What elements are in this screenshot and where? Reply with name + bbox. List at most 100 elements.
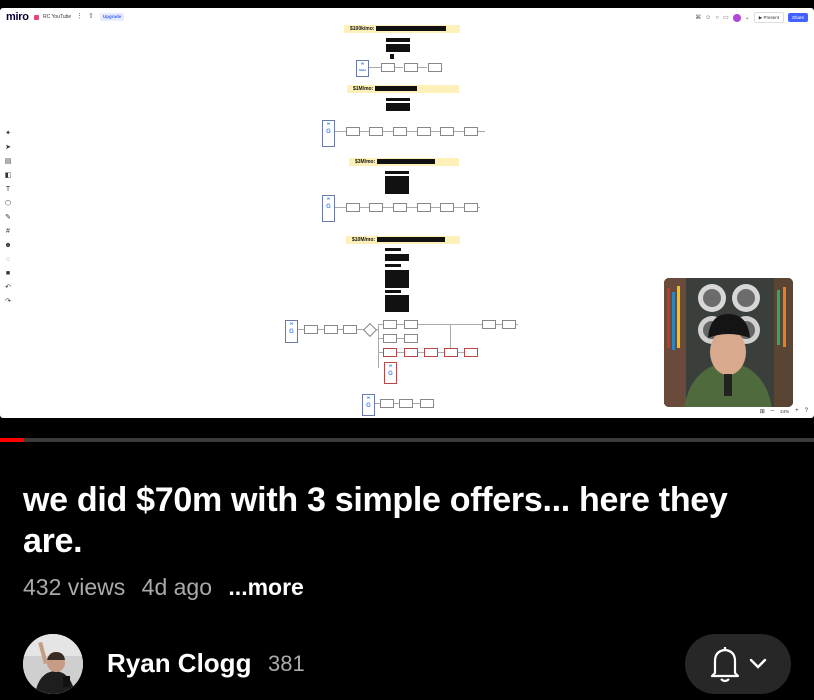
- sticky-note-icon: ◧: [4, 172, 12, 179]
- meta-google-ads-node: ∞ G: [322, 195, 335, 222]
- funnel-node: [404, 348, 418, 357]
- video-call-icon: ▭: [723, 15, 729, 21]
- present-button: ▶ Present: [753, 12, 784, 23]
- funnel-node: [346, 127, 360, 136]
- funnel-node: [369, 203, 383, 212]
- funnel-node: [399, 399, 413, 408]
- redacted-block: [386, 38, 410, 42]
- miro-left-toolbar: ✦ ➤ ▤ ◧ T ⬡ ✎ # ☻ ◌ ■ ↶ ↷: [4, 130, 14, 312]
- collaboration-icon: ⌘: [695, 15, 702, 21]
- connector: [378, 324, 379, 368]
- funnel-node: [440, 203, 454, 212]
- redacted-block: [386, 44, 410, 52]
- meta-ads-node: ∞ Meta: [356, 60, 369, 77]
- stage-label-10m: $10M/mo:: [346, 236, 460, 244]
- subscriber-count: 381: [268, 651, 305, 676]
- redacted-block: [385, 290, 401, 293]
- funnel-node: [383, 348, 397, 357]
- funnel-node: [482, 320, 496, 329]
- video-metadata[interactable]: 432 views 4d ago ...more: [23, 574, 314, 601]
- redacted-block: [385, 171, 409, 174]
- redacted-block: [386, 98, 410, 101]
- help-icon: ?: [804, 408, 808, 414]
- undo-icon: ↶: [5, 284, 11, 291]
- comment-icon: ○: [715, 14, 720, 21]
- funnel-node: [502, 320, 516, 329]
- funnel-node: [417, 127, 431, 136]
- upgrade-button: Upgrade: [100, 13, 125, 21]
- board-name: RC YouTube: [43, 14, 72, 20]
- funnel-node: [304, 325, 318, 334]
- connector: [418, 67, 427, 68]
- funnel-node: [383, 334, 397, 343]
- more-options-icon: ⋮: [76, 13, 83, 20]
- funnel-node: [417, 203, 431, 212]
- emoji-icon: ☻: [4, 242, 12, 249]
- select-cursor-icon: ➤: [5, 144, 11, 151]
- funnel-node: [424, 348, 438, 357]
- zoom-level: 24%: [780, 408, 790, 414]
- redacted-block: [385, 295, 409, 312]
- funnel-node: [393, 127, 407, 136]
- webcam-overlay: [664, 278, 793, 407]
- frame-icon: #: [6, 228, 10, 235]
- redacted-block: [390, 54, 394, 59]
- user-avatar: [732, 13, 741, 22]
- redacted-block: [385, 254, 409, 261]
- funnel-node: [440, 127, 454, 136]
- redacted-block: [386, 103, 410, 111]
- progress-played: [0, 438, 25, 442]
- presenter-picture: [664, 278, 793, 407]
- stage-label-100k: $100k/mo:: [344, 25, 460, 33]
- redacted-block: [385, 248, 401, 251]
- view-count: 432 views: [23, 574, 126, 600]
- share-button: Share: [787, 13, 808, 22]
- funnel-node: [343, 325, 357, 334]
- funnel-node: [346, 203, 360, 212]
- redacted-block: [385, 264, 401, 267]
- zoom-out-icon: –: [770, 408, 775, 414]
- redacted-block: [385, 270, 409, 288]
- board-icon: [34, 15, 39, 20]
- funnel-node: [464, 348, 478, 357]
- video-title[interactable]: we did $70m with 3 simple offers... here…: [23, 480, 793, 562]
- bell-icon: [710, 647, 740, 683]
- stage-label-3m: $3M/mo:: [349, 158, 459, 166]
- funnel-node: [444, 348, 458, 357]
- miro-right-tools: ⌘ ☺ ○ ▭ ⌄ ▶ Present Share: [695, 12, 808, 23]
- miro-logo: miro: [6, 11, 29, 23]
- funnel-node: [464, 127, 478, 136]
- shapes-icon: ⬡: [4, 200, 12, 207]
- funnel-node: [404, 63, 418, 72]
- pen-icon: ✎: [5, 214, 11, 221]
- miro-board-screen: miro RC YouTube ⋮ ⇧ Upgrade ⌘ ☺ ○ ▭ ⌄ ▶ …: [0, 8, 814, 418]
- funnel-node: [381, 63, 395, 72]
- channel-row: Ryan Clogg 381: [23, 634, 813, 694]
- more-button[interactable]: ...more: [228, 574, 303, 600]
- funnel-node: [380, 399, 394, 408]
- funnel-node: [383, 320, 397, 329]
- funnel-node: [393, 203, 407, 212]
- stage-label-1m: $1M/mo:: [347, 85, 459, 93]
- channel-avatar[interactable]: [23, 634, 83, 694]
- notifications-button[interactable]: [685, 634, 791, 694]
- video-player[interactable]: miro RC YouTube ⋮ ⇧ Upgrade ⌘ ☺ ○ ▭ ⌄ ▶ …: [0, 0, 814, 442]
- video-progress-bar[interactable]: [0, 438, 814, 442]
- ai-sparkle-icon: ✦: [5, 130, 11, 137]
- channel-name[interactable]: Ryan Clogg: [107, 648, 251, 679]
- connector: [378, 324, 518, 325]
- funnel-node: [324, 325, 338, 334]
- funnel-node: [428, 63, 442, 72]
- add-icon: ■: [5, 270, 11, 277]
- funnel-node: [369, 127, 383, 136]
- zoom-in-icon: +: [795, 408, 799, 414]
- funnel-node: [404, 320, 418, 329]
- funnel-node: [404, 334, 418, 343]
- meta-google-ads-node: ∞ G: [322, 120, 335, 147]
- decision-node: [362, 322, 378, 338]
- funnel-node: [464, 203, 478, 212]
- reactions-icon: ☺: [705, 14, 712, 21]
- grid-icon: ⊞: [759, 408, 765, 415]
- redacted-block: [385, 176, 409, 194]
- upload-age: 4d ago: [141, 574, 213, 600]
